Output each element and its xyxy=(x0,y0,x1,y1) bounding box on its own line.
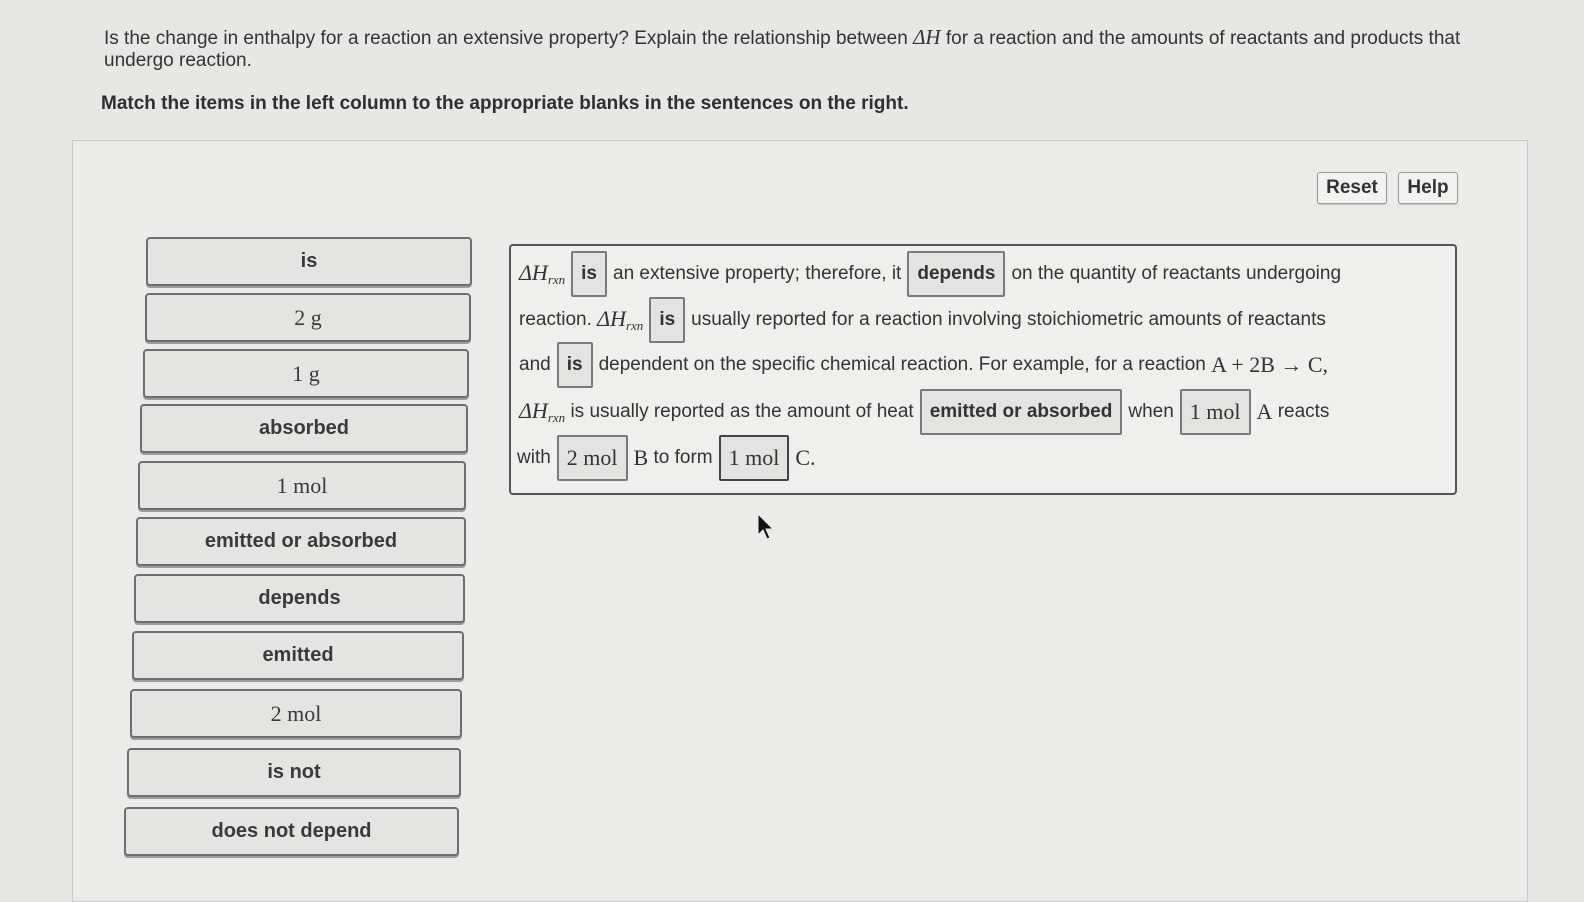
species-a: A xyxy=(1256,399,1273,424)
sentence-text: to form xyxy=(653,447,713,468)
blank-7[interactable]: 2 mol xyxy=(556,435,628,481)
answer-label: 2 g xyxy=(294,304,322,330)
answer-item-is-not[interactable]: is not xyxy=(127,748,461,797)
answer-item-is[interactable]: is xyxy=(146,237,472,286)
sentence-box: ΔHrxn is an extensive property; therefor… xyxy=(509,244,1457,495)
answer-label: depends xyxy=(258,587,341,609)
answer-item-emitted-or-absorbed[interactable]: emitted or absorbed xyxy=(136,517,466,566)
answer-label: 1 mol xyxy=(276,472,328,498)
sentence-text: and xyxy=(519,354,551,375)
sentence-line-3: and is dependent on the specific chemica… xyxy=(519,342,1329,388)
sentence-text: usually reported for a reaction involvin… xyxy=(691,309,1326,330)
blank-8[interactable]: 1 mol xyxy=(718,435,790,481)
sentence-text: dependent on the specific chemical react… xyxy=(598,354,1206,375)
answer-label: emitted xyxy=(262,644,334,666)
mouse-cursor-icon xyxy=(757,513,775,540)
sentence-line-4: ΔHrxn is usually reported as the amount … xyxy=(519,389,1330,435)
sentence-text: reacts xyxy=(1277,401,1330,422)
sentence-line-5: with 2 mol B to form 1 mol C. xyxy=(517,435,816,481)
answer-label: emitted or absorbed xyxy=(204,530,398,552)
answer-label: is xyxy=(300,250,318,272)
reset-button[interactable]: Reset xyxy=(1317,172,1387,204)
reaction-equation: A + 2B → C, xyxy=(1211,352,1329,377)
sentence-text: reaction. xyxy=(519,309,592,330)
answer-item-depends[interactable]: depends xyxy=(134,574,465,623)
sentence-text: an extensive property; therefore, it xyxy=(613,263,902,284)
sentence-text: with xyxy=(517,447,551,468)
answer-item-1g[interactable]: 1 g xyxy=(143,349,469,398)
answer-item-2g[interactable]: 2 g xyxy=(145,293,471,342)
answer-label: 2 mol xyxy=(270,700,322,726)
answer-item-2mol[interactable]: 2 mol xyxy=(130,689,462,738)
answer-label: does not depend xyxy=(211,820,372,842)
blank-6[interactable]: 1 mol xyxy=(1179,389,1251,435)
blank-4[interactable]: is xyxy=(556,342,593,388)
sentence-line-1: ΔHrxn is an extensive property; therefor… xyxy=(519,251,1342,297)
answer-label: is not xyxy=(267,761,321,783)
answer-item-emitted[interactable]: emitted xyxy=(132,631,464,680)
sentence-line-2: reaction. ΔHrxn is usually reported for … xyxy=(519,297,1326,343)
delta-h-symbol: ΔH xyxy=(913,25,941,49)
answer-label: absorbed xyxy=(258,417,350,439)
delta-h-rxn: ΔHrxn xyxy=(597,306,644,333)
blank-5[interactable]: emitted or absorbed xyxy=(919,389,1123,435)
delta-h-rxn: ΔHrxn xyxy=(519,398,566,425)
instruction-text: Match the items in the left column to th… xyxy=(101,93,909,114)
answer-item-absorbed[interactable]: absorbed xyxy=(140,404,468,453)
blank-2[interactable]: depends xyxy=(907,251,1006,297)
help-button[interactable]: Help xyxy=(1398,172,1458,204)
sentence-text: is usually reported as the amount of hea… xyxy=(570,401,914,422)
blank-1[interactable]: is xyxy=(571,251,608,297)
answer-item-1mol[interactable]: 1 mol xyxy=(138,461,466,510)
answer-item-does-not-depend[interactable]: does not depend xyxy=(124,807,459,856)
question-text: Is the change in enthalpy for a reaction… xyxy=(104,26,1534,72)
answer-label: 1 g xyxy=(292,360,320,386)
sentence-text: when xyxy=(1128,401,1174,422)
delta-h-rxn: ΔHrxn xyxy=(519,260,566,287)
question-part1: Is the change in enthalpy for a reaction… xyxy=(104,28,914,49)
species-b: B xyxy=(633,445,649,470)
blank-3[interactable]: is xyxy=(649,297,686,343)
species-c: C. xyxy=(795,445,816,470)
sentence-text: on the quantity of reactants undergoing xyxy=(1011,263,1342,284)
